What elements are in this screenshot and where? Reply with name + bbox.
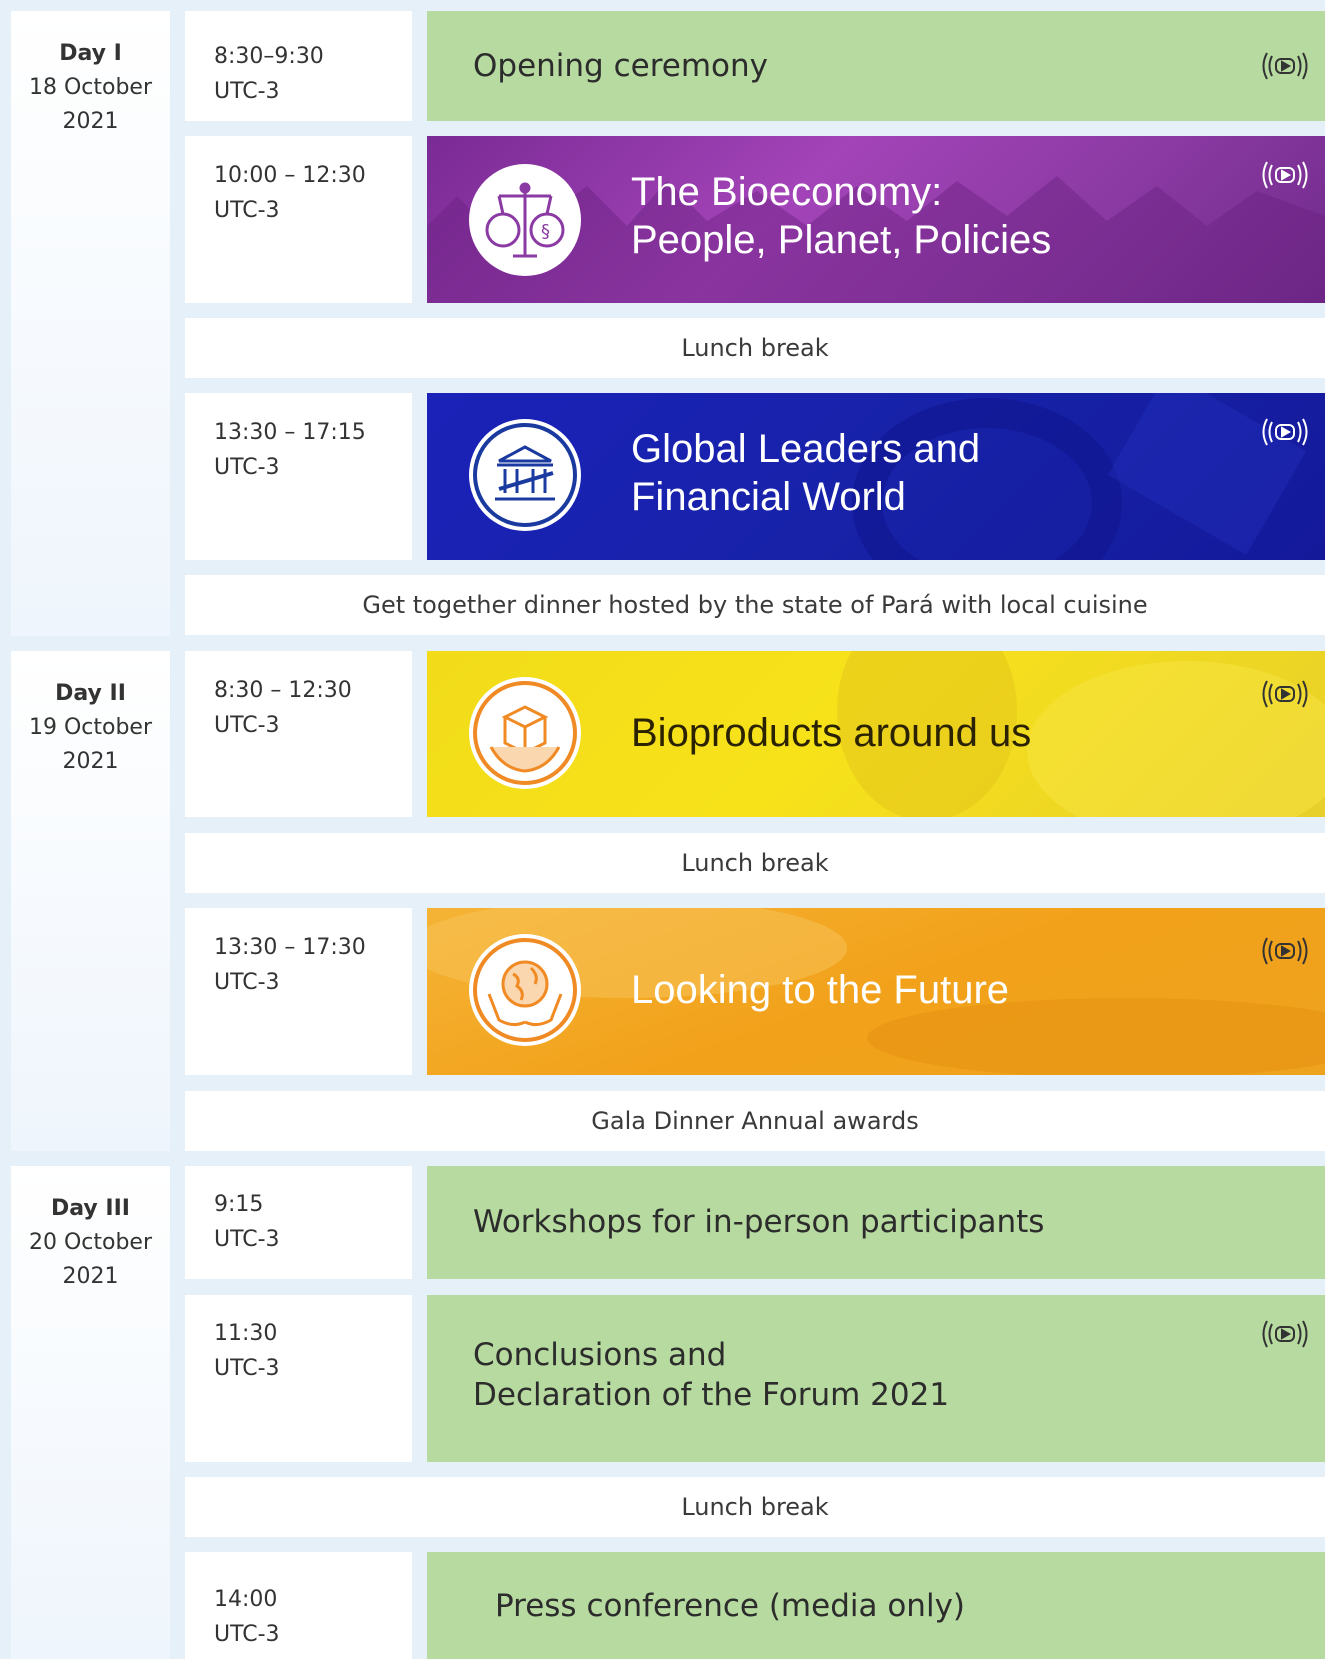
session-title-line: Global Leaders and (631, 427, 981, 471)
live-stream-icon[interactable] (1259, 49, 1311, 83)
session-bioproducts[interactable]: Bioproducts around us (427, 651, 1325, 817)
session-global-leaders[interactable]: Global Leaders and Financial World (427, 393, 1325, 560)
time-zone: UTC-3 (214, 1622, 280, 1647)
break-row: Get together dinner hosted by the state … (185, 575, 1325, 635)
session-title-line: Financial World (631, 475, 906, 519)
live-stream-icon[interactable] (1259, 934, 1311, 968)
session-bioeconomy[interactable]: § The Bioeconomy: People, Planet, Polici… (427, 136, 1325, 303)
session-title-line: Conclusions and (473, 1337, 727, 1373)
time-zone: UTC-3 (214, 455, 280, 480)
day-year: 2021 (62, 109, 119, 134)
session-conclusions[interactable]: Conclusions and Declaration of the Forum… (427, 1295, 1325, 1462)
time-cell: 13:30 – 17:30 UTC-3 (185, 908, 412, 1075)
day-date: 20 October (28, 1230, 153, 1255)
time-zone: UTC-3 (214, 1356, 280, 1381)
session-title: Bioproducts around us (631, 709, 1031, 757)
day-date: 18 October (28, 75, 153, 100)
session-title-line: Declaration of the Forum 2021 (473, 1377, 950, 1413)
time-zone: UTC-3 (214, 198, 280, 223)
svg-text:§: § (541, 221, 550, 242)
day-name: Day II (55, 681, 126, 706)
session-title-line: People, Planet, Policies (631, 218, 1052, 262)
session-looking-to-the-future[interactable]: Looking to the Future (427, 908, 1325, 1075)
live-stream-icon[interactable] (1259, 1317, 1311, 1351)
time-cell: 10:00 – 12:30 UTC-3 (185, 136, 412, 303)
bank-building-icon (469, 419, 581, 531)
session-title-line: Opening ceremony (473, 48, 768, 84)
live-stream-icon[interactable] (1259, 415, 1311, 449)
day-column-2: Day II 19 October 2021 (11, 651, 170, 1151)
day-year: 2021 (62, 1264, 119, 1289)
break-label: Lunch break (681, 334, 829, 362)
session-title-line: Bioproducts around us (631, 711, 1032, 755)
day-date: 19 October (28, 715, 153, 740)
break-row: Lunch break (185, 833, 1325, 893)
break-row: Gala Dinner Annual awards (185, 1091, 1325, 1151)
break-label: Lunch break (681, 849, 829, 877)
session-press-conference[interactable]: Press conference (media only) (427, 1552, 1325, 1659)
session-title: Workshops for in-person participants (473, 1202, 1044, 1242)
day-column-3: Day III 20 October 2021 (11, 1166, 170, 1659)
session-title-line: The Bioeconomy: (631, 170, 943, 214)
break-label: Lunch break (681, 1493, 829, 1521)
time-cell: 8:30–9:30 UTC-3 (185, 11, 412, 121)
time-range: 14:00 (214, 1587, 278, 1612)
box-hands-icon (469, 677, 581, 789)
session-title: Looking to the Future (631, 966, 1009, 1014)
day-year: 2021 (62, 749, 119, 774)
time-cell: 11:30 UTC-3 (185, 1295, 412, 1462)
time-range: 9:15 (214, 1192, 264, 1217)
break-label: Get together dinner hosted by the state … (362, 591, 1148, 619)
time-zone: UTC-3 (214, 713, 280, 738)
break-label: Gala Dinner Annual awards (591, 1107, 919, 1135)
live-stream-icon[interactable] (1259, 677, 1311, 711)
session-title: Press conference (media only) (495, 1586, 965, 1626)
time-cell: 9:15 UTC-3 (185, 1166, 412, 1279)
day-name: Day III (51, 1196, 130, 1221)
time-zone: UTC-3 (214, 970, 280, 995)
session-title-line: Workshops for in-person participants (473, 1204, 1045, 1240)
session-title-line: Looking to the Future (631, 968, 1010, 1012)
session-title: The Bioeconomy: People, Planet, Policies (631, 168, 1051, 264)
time-range: 8:30 – 12:30 (214, 678, 352, 703)
time-range: 13:30 – 17:30 (214, 935, 366, 960)
break-row: Lunch break (185, 318, 1325, 378)
time-cell: 14:00 UTC-3 (185, 1552, 412, 1659)
day-column-1: Day I 18 October 2021 (11, 11, 170, 636)
session-workshops[interactable]: Workshops for in-person participants (427, 1166, 1325, 1279)
time-range: 13:30 – 17:15 (214, 420, 366, 445)
session-title: Conclusions and Declaration of the Forum… (473, 1335, 949, 1415)
globe-hands-icon (469, 934, 581, 1046)
break-row: Lunch break (185, 1477, 1325, 1537)
session-title: Global Leaders and Financial World (631, 425, 980, 521)
time-zone: UTC-3 (214, 79, 280, 104)
session-opening-ceremony[interactable]: Opening ceremony (427, 11, 1325, 121)
scales-globe-icon: § (469, 164, 581, 276)
time-cell: 13:30 – 17:15 UTC-3 (185, 393, 412, 560)
time-range: 10:00 – 12:30 (214, 163, 366, 188)
session-title: Opening ceremony (473, 46, 768, 86)
day-name: Day I (59, 41, 122, 66)
session-title-line: Press conference (media only) (495, 1588, 966, 1624)
time-range: 8:30–9:30 (214, 44, 324, 69)
live-stream-icon[interactable] (1259, 158, 1311, 192)
time-range: 11:30 (214, 1321, 278, 1346)
time-cell: 8:30 – 12:30 UTC-3 (185, 651, 412, 817)
time-zone: UTC-3 (214, 1227, 280, 1252)
